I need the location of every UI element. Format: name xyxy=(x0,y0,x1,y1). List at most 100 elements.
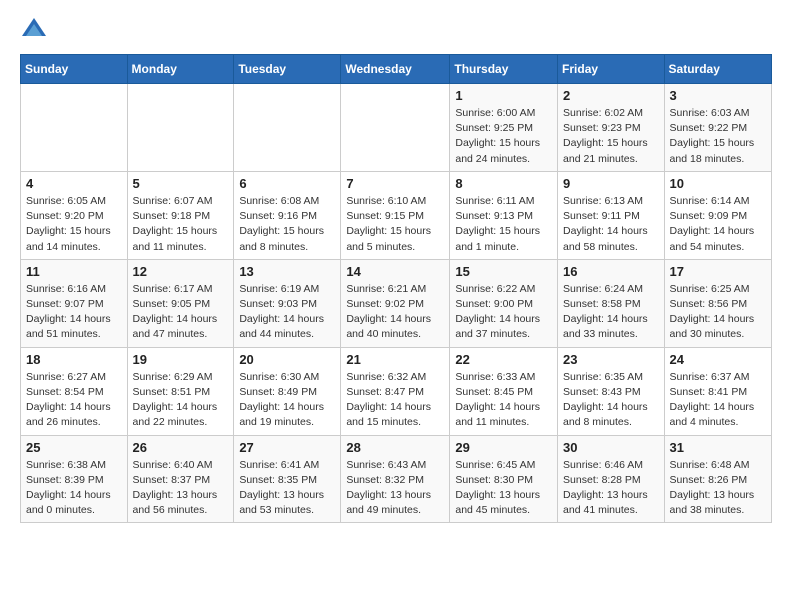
calendar-cell: 27 Sunrise: 6:41 AMSunset: 8:35 PMDayligh… xyxy=(234,435,341,523)
day-number: 2 xyxy=(563,88,659,103)
day-info: Sunrise: 6:40 AMSunset: 8:37 PMDaylight:… xyxy=(133,458,229,519)
calendar-body: 1 Sunrise: 6:00 AMSunset: 9:25 PMDaylight… xyxy=(21,84,772,523)
day-number: 25 xyxy=(26,440,122,455)
calendar-cell: 14 Sunrise: 6:21 AMSunset: 9:02 PMDayligh… xyxy=(341,259,450,347)
day-number: 27 xyxy=(239,440,335,455)
calendar-cell: 21 Sunrise: 6:32 AMSunset: 8:47 PMDayligh… xyxy=(341,347,450,435)
calendar-cell: 1 Sunrise: 6:00 AMSunset: 9:25 PMDaylight… xyxy=(450,84,558,172)
day-number: 7 xyxy=(346,176,444,191)
day-info: Sunrise: 6:30 AMSunset: 8:49 PMDaylight:… xyxy=(239,370,335,431)
calendar-cell: 26 Sunrise: 6:40 AMSunset: 8:37 PMDayligh… xyxy=(127,435,234,523)
calendar-cell: 29 Sunrise: 6:45 AMSunset: 8:30 PMDayligh… xyxy=(450,435,558,523)
day-info: Sunrise: 6:05 AMSunset: 9:20 PMDaylight:… xyxy=(26,194,122,255)
day-info: Sunrise: 6:48 AMSunset: 8:26 PMDaylight:… xyxy=(670,458,766,519)
day-number: 8 xyxy=(455,176,552,191)
day-info: Sunrise: 6:46 AMSunset: 8:28 PMDaylight:… xyxy=(563,458,659,519)
day-number: 15 xyxy=(455,264,552,279)
calendar-cell: 8 Sunrise: 6:11 AMSunset: 9:13 PMDaylight… xyxy=(450,171,558,259)
calendar-cell: 17Sunrise: 6:25 AMSunset: 8:56 PMDayligh… xyxy=(664,259,771,347)
day-number: 29 xyxy=(455,440,552,455)
day-info: Sunrise: 6:11 AMSunset: 9:13 PMDaylight:… xyxy=(455,194,552,255)
calendar-cell: 30 Sunrise: 6:46 AMSunset: 8:28 PMDayligh… xyxy=(558,435,665,523)
weekday-header-saturday: Saturday xyxy=(664,55,771,84)
calendar-cell: 20 Sunrise: 6:30 AMSunset: 8:49 PMDayligh… xyxy=(234,347,341,435)
logo xyxy=(20,16,52,44)
day-number: 13 xyxy=(239,264,335,279)
week-row-4: 18 Sunrise: 6:27 AMSunset: 8:54 PMDayligh… xyxy=(21,347,772,435)
weekday-header-friday: Friday xyxy=(558,55,665,84)
calendar-cell: 31 Sunrise: 6:48 AMSunset: 8:26 PMDayligh… xyxy=(664,435,771,523)
calendar-cell: 22 Sunrise: 6:33 AMSunset: 8:45 PMDayligh… xyxy=(450,347,558,435)
day-info: Sunrise: 6:13 AMSunset: 9:11 PMDaylight:… xyxy=(563,194,659,255)
calendar-cell: 13 Sunrise: 6:19 AMSunset: 9:03 PMDayligh… xyxy=(234,259,341,347)
weekday-header-sunday: Sunday xyxy=(21,55,128,84)
calendar-cell: 6Sunrise: 6:08 AMSunset: 9:16 PMDaylight… xyxy=(234,171,341,259)
day-info: Sunrise: 6:14 AMSunset: 9:09 PMDaylight:… xyxy=(670,194,766,255)
logo-icon xyxy=(20,16,48,44)
day-info: Sunrise: 6:33 AMSunset: 8:45 PMDaylight:… xyxy=(455,370,552,431)
calendar-cell: 23 Sunrise: 6:35 AMSunset: 8:43 PMDayligh… xyxy=(558,347,665,435)
day-number: 23 xyxy=(563,352,659,367)
day-number: 5 xyxy=(133,176,229,191)
day-info: Sunrise: 6:19 AMSunset: 9:03 PMDaylight:… xyxy=(239,282,335,343)
week-row-1: 1 Sunrise: 6:00 AMSunset: 9:25 PMDaylight… xyxy=(21,84,772,172)
calendar-cell: 19 Sunrise: 6:29 AMSunset: 8:51 PMDayligh… xyxy=(127,347,234,435)
day-number: 26 xyxy=(133,440,229,455)
calendar-cell xyxy=(341,84,450,172)
calendar-cell: 12Sunrise: 6:17 AMSunset: 9:05 PMDayligh… xyxy=(127,259,234,347)
day-number: 10 xyxy=(670,176,766,191)
day-info: Sunrise: 6:00 AMSunset: 9:25 PMDaylight:… xyxy=(455,106,552,167)
calendar-cell: 28 Sunrise: 6:43 AMSunset: 8:32 PMDayligh… xyxy=(341,435,450,523)
day-info: Sunrise: 6:03 AMSunset: 9:22 PMDaylight:… xyxy=(670,106,766,167)
calendar-cell: 2 Sunrise: 6:02 AMSunset: 9:23 PMDaylight… xyxy=(558,84,665,172)
day-number: 14 xyxy=(346,264,444,279)
weekday-header-thursday: Thursday xyxy=(450,55,558,84)
calendar-cell: 4 Sunrise: 6:05 AMSunset: 9:20 PMDaylight… xyxy=(21,171,128,259)
day-info: Sunrise: 6:25 AMSunset: 8:56 PMDaylight:… xyxy=(670,282,766,343)
day-info: Sunrise: 6:32 AMSunset: 8:47 PMDaylight:… xyxy=(346,370,444,431)
day-info: Sunrise: 6:38 AMSunset: 8:39 PMDaylight:… xyxy=(26,458,122,519)
day-info: Sunrise: 6:21 AMSunset: 9:02 PMDaylight:… xyxy=(346,282,444,343)
day-info: Sunrise: 6:43 AMSunset: 8:32 PMDaylight:… xyxy=(346,458,444,519)
week-row-3: 11Sunrise: 6:16 AMSunset: 9:07 PMDayligh… xyxy=(21,259,772,347)
day-info: Sunrise: 6:10 AMSunset: 9:15 PMDaylight:… xyxy=(346,194,444,255)
calendar-cell: 18 Sunrise: 6:27 AMSunset: 8:54 PMDayligh… xyxy=(21,347,128,435)
calendar-cell xyxy=(234,84,341,172)
week-row-2: 4 Sunrise: 6:05 AMSunset: 9:20 PMDaylight… xyxy=(21,171,772,259)
calendar-cell: 10 Sunrise: 6:14 AMSunset: 9:09 PMDayligh… xyxy=(664,171,771,259)
header xyxy=(20,16,772,44)
day-number: 21 xyxy=(346,352,444,367)
day-info: Sunrise: 6:22 AMSunset: 9:00 PMDaylight:… xyxy=(455,282,552,343)
day-number: 18 xyxy=(26,352,122,367)
calendar-header: SundayMondayTuesdayWednesdayThursdayFrid… xyxy=(21,55,772,84)
day-info: Sunrise: 6:16 AMSunset: 9:07 PMDaylight:… xyxy=(26,282,122,343)
day-info: Sunrise: 6:29 AMSunset: 8:51 PMDaylight:… xyxy=(133,370,229,431)
day-info: Sunrise: 6:35 AMSunset: 8:43 PMDaylight:… xyxy=(563,370,659,431)
day-number: 19 xyxy=(133,352,229,367)
calendar: SundayMondayTuesdayWednesdayThursdayFrid… xyxy=(20,54,772,523)
day-info: Sunrise: 6:45 AMSunset: 8:30 PMDaylight:… xyxy=(455,458,552,519)
day-info: Sunrise: 6:37 AMSunset: 8:41 PMDaylight:… xyxy=(670,370,766,431)
day-number: 16 xyxy=(563,264,659,279)
weekday-row: SundayMondayTuesdayWednesdayThursdayFrid… xyxy=(21,55,772,84)
calendar-cell: 5Sunrise: 6:07 AMSunset: 9:18 PMDaylight… xyxy=(127,171,234,259)
calendar-cell: 24Sunrise: 6:37 AMSunset: 8:41 PMDayligh… xyxy=(664,347,771,435)
day-info: Sunrise: 6:27 AMSunset: 8:54 PMDaylight:… xyxy=(26,370,122,431)
day-number: 6 xyxy=(239,176,335,191)
day-number: 20 xyxy=(239,352,335,367)
calendar-cell: 16Sunrise: 6:24 AMSunset: 8:58 PMDayligh… xyxy=(558,259,665,347)
calendar-cell xyxy=(21,84,128,172)
weekday-header-wednesday: Wednesday xyxy=(341,55,450,84)
day-number: 22 xyxy=(455,352,552,367)
day-number: 31 xyxy=(670,440,766,455)
day-number: 4 xyxy=(26,176,122,191)
day-info: Sunrise: 6:41 AMSunset: 8:35 PMDaylight:… xyxy=(239,458,335,519)
day-info: Sunrise: 6:02 AMSunset: 9:23 PMDaylight:… xyxy=(563,106,659,167)
day-number: 28 xyxy=(346,440,444,455)
day-number: 3 xyxy=(670,88,766,103)
day-number: 1 xyxy=(455,88,552,103)
calendar-cell: 3 Sunrise: 6:03 AMSunset: 9:22 PMDaylight… xyxy=(664,84,771,172)
day-number: 30 xyxy=(563,440,659,455)
calendar-cell xyxy=(127,84,234,172)
calendar-cell: 25 Sunrise: 6:38 AMSunset: 8:39 PMDayligh… xyxy=(21,435,128,523)
